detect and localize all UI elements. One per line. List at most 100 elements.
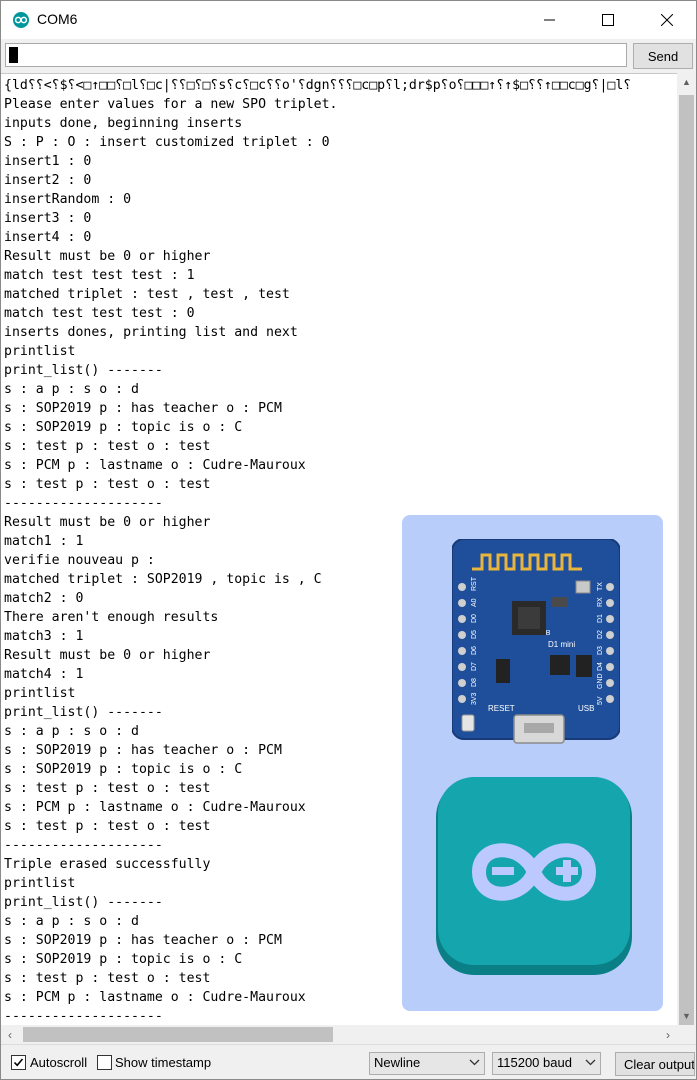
horizontal-scrollbar[interactable]: ‹ ›	[1, 1025, 677, 1044]
serial-input[interactable]	[5, 43, 627, 67]
serial-output-line: printlist	[4, 344, 76, 359]
maximize-button[interactable]	[579, 1, 637, 39]
serial-output-line: s : a p : s o : d	[4, 382, 139, 397]
board-pin-label: D0	[471, 614, 478, 623]
serial-output-line: inserts dones, printing list and next	[4, 325, 298, 340]
scroll-up-icon[interactable]: ▲	[677, 73, 696, 91]
vertical-scrollbar[interactable]: ▲ ▼	[677, 73, 696, 1043]
serial-output-line: Result must be 0 or higher	[4, 515, 211, 530]
serial-output-line: There aren't enough results	[4, 610, 219, 625]
serial-output-line: print_list() -------	[4, 705, 163, 720]
serial-output-line: s : SOP2019 p : topic is o : C	[4, 420, 243, 435]
baud-rate-select[interactable]: 115200 baud	[492, 1052, 601, 1075]
serial-output-line: print_list() -------	[4, 895, 163, 910]
serial-output-line: --------------------	[4, 1009, 163, 1024]
board-pin-label: D7	[471, 662, 478, 671]
image-overlay-panel: RST A0 D0 D5 D6 D7 D8 3V3 TX RX D1 D2 D3…	[402, 515, 663, 1011]
serial-output-line: s : test p : test o : test	[4, 477, 211, 492]
board-usb-label: USB	[578, 704, 594, 713]
close-button[interactable]	[638, 1, 696, 39]
serial-output-line: s : SOP2019 p : topic is o : C	[4, 952, 243, 967]
minimize-button[interactable]	[521, 1, 579, 39]
serial-output-line: s : test p : test o : test	[4, 819, 211, 834]
board-model-label: D1 mini	[548, 640, 575, 649]
vertical-scroll-thumb[interactable]	[679, 95, 694, 1043]
serial-output-line: print_list() -------	[4, 363, 163, 378]
timestamp-checkbox[interactable]	[97, 1055, 112, 1070]
scrollbar-corner	[677, 1025, 696, 1044]
scroll-right-icon[interactable]: ›	[659, 1025, 677, 1044]
board-pin-label: D4	[597, 662, 604, 671]
horizontal-scroll-thumb[interactable]	[23, 1027, 333, 1042]
serial-output-line: matched triplet : test , test , test	[4, 287, 290, 302]
board-pin-label: RX	[597, 597, 604, 607]
chevron-down-icon	[585, 1059, 596, 1066]
serial-output-line: insertRandom : 0	[4, 192, 132, 207]
serial-output-line: --------------------	[4, 838, 163, 853]
serial-output-line: s : SOP2019 p : has teacher o : PCM	[4, 401, 282, 416]
text-caret	[9, 47, 18, 63]
board-pin-label: 3V3	[471, 692, 478, 705]
serial-output-line: verifie nouveau p :	[4, 553, 155, 568]
serial-output-line: Result must be 0 or higher	[4, 648, 211, 663]
serial-output-line: match2 : 0	[4, 591, 84, 606]
board-pin-label: D2	[597, 630, 604, 639]
arduino-icon	[13, 12, 29, 28]
serial-output-line: s : SOP2019 p : has teacher o : PCM	[4, 933, 282, 948]
serial-output-line: match test test test : 0	[4, 306, 195, 321]
autoscroll-checkbox[interactable]	[11, 1055, 26, 1070]
serial-output-line: s : test p : test o : test	[4, 971, 211, 986]
wemos-d1-mini-board-image: RST A0 D0 D5 D6 D7 D8 3V3 TX RX D1 D2 D3…	[452, 539, 620, 744]
serial-output-line: s : a p : s o : d	[4, 914, 139, 929]
serial-output-line: s : a p : s o : d	[4, 724, 139, 739]
serial-output-line: s : SOP2019 p : has teacher o : PCM	[4, 743, 282, 758]
serial-output-line: {ld⸮⸮<⸮$⸮<□↑□□⸮□l⸮□c|⸮⸮□⸮□⸮s⸮c⸮□c⸮⸮o'⸮dg…	[4, 78, 632, 93]
arduino-ide-logo	[436, 777, 632, 975]
serial-output-line: --------------------	[4, 496, 163, 511]
serial-output-line: Please enter values for a new SPO triple…	[4, 97, 338, 112]
serial-output-line: match4 : 1	[4, 667, 84, 682]
checkmark-icon	[13, 1058, 24, 1067]
chevron-down-icon	[469, 1059, 480, 1066]
minimize-icon	[544, 19, 555, 21]
send-row: Send	[1, 39, 696, 73]
serial-output-line: s : PCM p : lastname o : Cudre-Mauroux	[4, 990, 306, 1005]
maximize-icon	[602, 14, 614, 26]
serial-output-line: printlist	[4, 686, 76, 701]
autoscroll-label: Autoscroll	[30, 1055, 88, 1070]
serial-output-line: s : PCM p : lastname o : Cudre-Mauroux	[4, 458, 306, 473]
serial-output-line: insert1 : 0	[4, 154, 92, 169]
board-reset-label: RESET	[488, 704, 515, 713]
board-pin-label: A0	[471, 598, 478, 607]
serial-monitor-window: COM6 Send {ld⸮⸮<⸮$⸮<□↑□□⸮□l⸮□c|⸮⸮□⸮□⸮s⸮c…	[0, 0, 697, 1080]
board-pin-label: D8	[471, 678, 478, 687]
scroll-left-icon[interactable]: ‹	[1, 1025, 19, 1044]
scroll-down-icon[interactable]: ▼	[677, 1007, 696, 1025]
board-pin-label: 5V	[597, 696, 604, 705]
serial-output-line: insert4 : 0	[4, 230, 92, 245]
board-pin-label: D5	[471, 630, 478, 639]
serial-output-line: Result must be 0 or higher	[4, 249, 211, 264]
bottom-bar: Autoscroll Show timestamp Newline 115200…	[1, 1044, 696, 1079]
serial-output-line: s : PCM p : lastname o : Cudre-Mauroux	[4, 800, 306, 815]
serial-output-line: Triple erased successfully	[4, 857, 211, 872]
serial-output-line: insert2 : 0	[4, 173, 92, 188]
board-pin-label: D3	[597, 646, 604, 655]
send-button[interactable]: Send	[633, 43, 693, 69]
serial-output-line: s : SOP2019 p : topic is o : C	[4, 762, 243, 777]
line-ending-select[interactable]: Newline	[369, 1052, 485, 1075]
board-pin-label: D1	[597, 614, 604, 623]
board-pin-label: GND	[597, 673, 604, 689]
baud-rate-value: 115200 baud	[497, 1055, 572, 1070]
clear-output-button[interactable]: Clear output	[615, 1052, 695, 1076]
line-ending-value: Newline	[374, 1055, 421, 1070]
close-icon	[661, 14, 673, 26]
serial-output-line: S : P : O : insert customized triplet : …	[4, 135, 330, 150]
board-pin-label: D6	[471, 646, 478, 655]
board-pin-label: TX	[597, 582, 604, 591]
serial-output-line: inputs done, beginning inserts	[4, 116, 243, 131]
timestamp-label: Show timestamp	[115, 1055, 212, 1070]
title-bar[interactable]: COM6	[1, 1, 696, 39]
serial-output-line: printlist	[4, 876, 76, 891]
serial-output-line: s : test p : test o : test	[4, 439, 211, 454]
